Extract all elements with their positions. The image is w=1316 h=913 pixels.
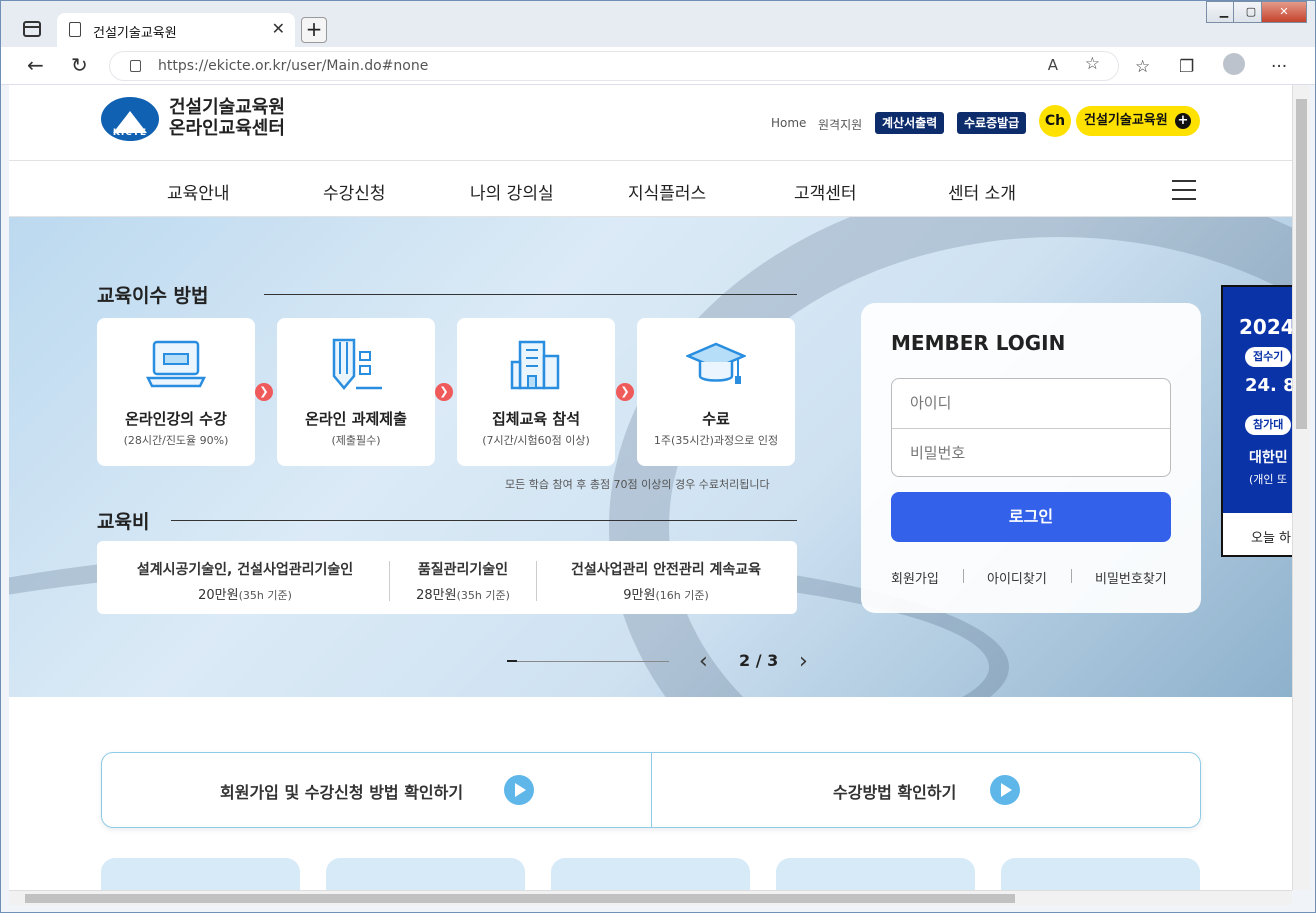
lock-icon [130, 60, 141, 72]
play-icon [504, 775, 534, 805]
login-button[interactable]: 로그인 [891, 492, 1171, 542]
hamburger-menu-icon[interactable] [1172, 180, 1196, 200]
horizontal-scrollbar[interactable] [9, 890, 1292, 905]
guide-banner: 회원가입 및 수강신청 방법 확인하기 수강방법 확인하기 [101, 752, 1201, 828]
browser-tab[interactable]: 건설기술교육원 ✕ [57, 13, 295, 47]
chevron-right-icon: ❯ [255, 383, 273, 401]
nav-knowledge-plus[interactable]: 지식플러스 [628, 179, 706, 204]
step-card-online-lecture: 온라인강의 수강 (28시간/진도율 90%) [97, 318, 255, 466]
collections-icon[interactable]: ❐ [1179, 57, 1194, 77]
url-text[interactable]: https://ekicte.or.kr/user/Main.do#none [158, 58, 428, 74]
refresh-icon[interactable]: ↻ [71, 55, 88, 75]
tab-bar: 건설기술교육원 ✕ + ▁ ▢ ✕ [1, 1, 1315, 47]
find-password-link[interactable]: 비밀번호찾기 [1095, 568, 1167, 587]
channel-talk-button[interactable]: 건설기술교육원 + [1076, 106, 1200, 136]
step-sub: (28시간/진도율 90%) [123, 434, 229, 447]
favorites-icon[interactable]: ☆ [1135, 57, 1150, 77]
remote-support-link[interactable]: 원격지원 [818, 116, 862, 133]
step-sub: (제출필수) [331, 434, 381, 447]
event-popup[interactable]: 2024 접수기 24. 8 참가대 대한민 (개인 또 오늘 하 [1221, 285, 1292, 557]
address-bar[interactable]: https://ekicte.or.kr/user/Main.do#none A… [109, 51, 1119, 81]
read-aloud-icon[interactable]: A [1048, 56, 1058, 74]
step-title: 수료 [702, 410, 730, 428]
nav-education-info[interactable]: 교육안내 [167, 179, 230, 204]
main-navigation: 교육안내 수강신청 나의 강의실 지식플러스 고객센터 센터 소개 [9, 161, 1292, 217]
login-panel: MEMBER LOGIN 아이디 비밀번호 로그인 회원가입 아이디찾기 비밀번… [861, 303, 1201, 613]
step-title: 온라인강의 수강 [125, 410, 227, 428]
login-title: MEMBER LOGIN [891, 331, 1066, 355]
fee-item: 설계시공기술인, 건설사업관리기술인 20만원(35h 기준) [136, 562, 354, 603]
vertical-scrollbar[interactable] [1292, 85, 1310, 890]
tab-actions-icon[interactable] [23, 21, 41, 37]
quick-card[interactable] [1001, 858, 1200, 890]
nav-course-registration[interactable]: 수강신청 [323, 179, 386, 204]
channel-talk-icon[interactable]: Ch [1039, 105, 1071, 137]
nav-my-classroom[interactable]: 나의 강의실 [470, 179, 554, 204]
step-title: 온라인 과제제출 [305, 410, 407, 428]
signup-link[interactable]: 회원가입 [891, 568, 939, 587]
browser-window: 건설기술교육원 ✕ + ▁ ▢ ✕ ← ↻ https://ekicte.or.… [0, 0, 1316, 913]
invoice-print-button[interactable]: 계산서출력 [875, 112, 945, 134]
more-menu-icon[interactable]: ··· [1271, 57, 1287, 77]
quick-card[interactable] [326, 858, 525, 890]
user-id-input[interactable]: 아이디 [892, 379, 1170, 428]
tuition-box: 설계시공기술인, 건설사업관리기술인 20만원(35h 기준) 품질관리기술인 … [97, 541, 797, 614]
tab-title: 건설기술교육원 [93, 26, 177, 41]
signup-guide-button[interactable]: 회원가입 및 수강신청 방법 확인하기 [102, 753, 651, 827]
chevron-right-icon: ❯ [435, 383, 453, 401]
step-sub: 1주(35시간)과정으로 인정 [653, 434, 779, 447]
find-id-link[interactable]: 아이디찾기 [987, 568, 1047, 587]
course-guide-button[interactable]: 수강방법 확인하기 [651, 753, 1200, 827]
graduation-cap-icon [686, 342, 746, 384]
step-card-assignment: 온라인 과제제출 (제출필수) [277, 318, 435, 466]
slider-pager: 2 / 3 [739, 651, 779, 670]
close-window-button[interactable]: ✕ [1261, 1, 1307, 23]
chevron-right-icon: ❯ [616, 383, 634, 401]
slider-progress [507, 660, 669, 662]
hero-banner: 교육이수 방법 온라인강의 수강 (28시간/진도율 90%) ❯ 온라인 과제… [9, 217, 1292, 697]
fee-item: 건설사업관리 안전관리 계속교육 9만원(16h 기준) [570, 562, 762, 603]
slider-next-icon[interactable]: › [799, 649, 808, 674]
step-title: 집체교육 참석 [491, 410, 581, 428]
step-card-offline-class: 집체교육 참석 (7시간/시험60점 이상) [457, 318, 615, 466]
add-favorite-icon[interactable]: ☆ [1085, 54, 1100, 74]
completion-note: 모든 학습 참여 후 총점 70점 이상의 경우 수료처리됩니다 [505, 478, 770, 491]
profile-avatar[interactable] [1223, 53, 1245, 75]
play-icon [990, 775, 1020, 805]
kicte-logo-icon[interactable]: KICTE [101, 97, 159, 141]
tuition-title: 교육비 [97, 511, 150, 533]
password-input[interactable]: 비밀번호 [892, 428, 1170, 477]
step-sub: (7시간/시험60점 이상) [482, 434, 590, 447]
laptop-icon [146, 340, 206, 388]
home-link[interactable]: Home [771, 116, 806, 130]
site-logo-text[interactable]: 건설기술교육원 온라인교육센터 [169, 97, 285, 139]
web-page: KICTE 건설기술교육원 온라인교육센터 Home 원격지원 계산서출력 수료… [9, 85, 1292, 890]
address-bar-row: ← ↻ https://ekicte.or.kr/user/Main.do#no… [1, 47, 1315, 85]
plus-icon: + [1175, 113, 1191, 129]
quick-card[interactable] [101, 858, 300, 890]
building-icon [510, 340, 560, 390]
step-card-completion: 수료 1주(35시간)과정으로 인정 [637, 318, 795, 466]
new-tab-button[interactable]: + [301, 17, 327, 43]
back-icon[interactable]: ← [27, 55, 44, 75]
close-tab-icon[interactable]: ✕ [272, 19, 285, 38]
fee-item: 품질관리기술인 28만원(35h 기준) [416, 562, 510, 603]
education-method-title: 교육이수 방법 [97, 285, 209, 307]
quick-card[interactable] [776, 858, 975, 890]
nav-customer-center[interactable]: 고객센터 [794, 179, 857, 204]
slider-prev-icon[interactable]: ‹ [699, 649, 708, 674]
site-header: KICTE 건설기술교육원 온라인교육센터 Home 원격지원 계산서출력 수료… [9, 85, 1292, 161]
page-icon [69, 22, 81, 37]
assignment-icon [332, 338, 382, 390]
nav-center-intro[interactable]: 센터 소개 [948, 179, 1016, 204]
login-fields: 아이디 비밀번호 [891, 378, 1171, 477]
popup-hide-today[interactable]: 오늘 하 [1251, 527, 1291, 546]
certificate-button[interactable]: 수료증발급 [957, 112, 1027, 134]
quick-card[interactable] [551, 858, 750, 890]
